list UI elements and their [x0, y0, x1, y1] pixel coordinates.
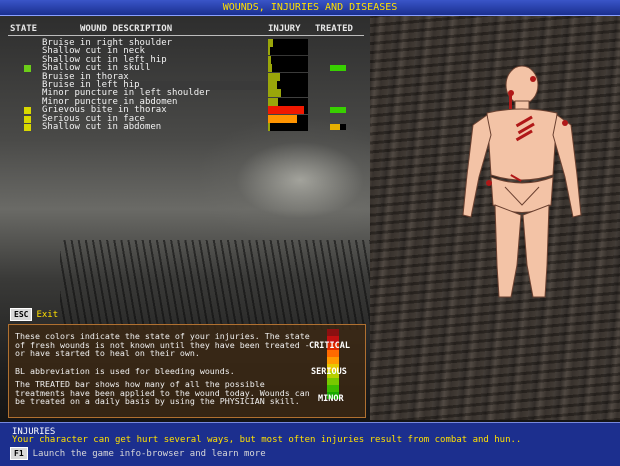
- wound-treated-bar: [330, 65, 346, 72]
- wound-injury-bar: [268, 89, 308, 98]
- injury-bar-fill: [268, 97, 278, 106]
- treated-bar-fill: [330, 124, 340, 130]
- injury-bar-fill: [268, 81, 277, 89]
- legend-color-swatch: [327, 385, 339, 392]
- title-bar: WOUNDS, INJURIES AND DISEASES: [0, 0, 620, 16]
- wound-state-indicator: [24, 65, 31, 73]
- injury-bar-fill: [268, 123, 270, 131]
- legend-color-swatch: [327, 350, 339, 357]
- injury-bar-fill: [268, 39, 273, 47]
- legend-color-swatch: [327, 378, 339, 385]
- legend-color-swatch: [327, 329, 339, 336]
- info-browser-link[interactable]: F1 Launch the game info-browser and lear…: [10, 447, 266, 460]
- info-browser-label[interactable]: Launch the game info-browser and learn m…: [33, 449, 266, 459]
- wound-injury-bar: [268, 81, 308, 89]
- wound-treated-bar: [330, 107, 346, 114]
- info-paragraph-treated: The TREATED bar shows how many of all th…: [15, 379, 310, 407]
- esc-key-icon[interactable]: ESC: [10, 308, 33, 321]
- wound-name: Shallow cut in abdomen: [42, 122, 162, 132]
- wound-injury-bar: [268, 64, 308, 73]
- legend-color-swatch: [327, 357, 339, 364]
- column-header-injury: INJURY: [268, 24, 301, 34]
- help-bar: INJURIES Your character can get hurt sev…: [0, 422, 620, 466]
- wound-injury-bar: [268, 47, 308, 56]
- info-panel: These colors indicate the state of your …: [8, 324, 366, 418]
- injury-bar-fill: [268, 106, 304, 115]
- injury-bar-fill: [268, 72, 280, 81]
- wound-injury-bar: [268, 106, 308, 115]
- wound-injury-bar: [268, 72, 308, 81]
- treated-bar-fill: [330, 107, 346, 114]
- exit-control[interactable]: ESC Exit: [10, 308, 58, 321]
- injury-bar-fill: [268, 89, 282, 98]
- body-figure-image: [462, 65, 582, 298]
- help-text: Your character can get hurt several ways…: [12, 435, 522, 445]
- body-figure: [455, 65, 590, 305]
- injury-bar-fill: [268, 47, 270, 56]
- injury-bar-fill: [268, 55, 272, 64]
- wound-treated-bar: [330, 124, 346, 130]
- wound-injury-bar: [268, 39, 308, 47]
- wound-injury-bar: [268, 55, 308, 64]
- wound-state-indicator: [24, 124, 31, 131]
- treated-bar-fill: [330, 65, 346, 72]
- injury-bar-fill: [268, 114, 297, 123]
- legend-minor-label: MINOR: [318, 394, 344, 404]
- background-grass: [60, 240, 380, 330]
- exit-label[interactable]: Exit: [36, 310, 58, 320]
- wound-injury-bar: [268, 97, 308, 106]
- wound-injury-bar: [268, 114, 308, 123]
- wound-row[interactable]: Shallow cut in abdomen: [8, 123, 364, 132]
- wound-state-indicator: [24, 115, 31, 123]
- column-header-description: WOUND DESCRIPTION: [80, 24, 173, 34]
- wound-state-indicator: [24, 107, 31, 115]
- injury-bar-fill: [268, 64, 272, 73]
- window-title: WOUNDS, INJURIES AND DISEASES: [222, 2, 398, 13]
- column-header-state: STATE: [10, 24, 38, 34]
- wound-injury-bar: [268, 123, 308, 131]
- column-header-treated: TREATED: [315, 24, 353, 34]
- header-divider: [8, 35, 364, 36]
- legend-serious-label: SERIOUS: [311, 367, 347, 377]
- legend-critical-label: CRITICAL: [309, 341, 350, 351]
- info-paragraph-bleeding: BL abbreviation is used for bleeding wou…: [15, 366, 235, 376]
- info-paragraph-colors: These colors indicate the state of your …: [15, 331, 310, 359]
- f1-key-icon[interactable]: F1: [10, 447, 28, 460]
